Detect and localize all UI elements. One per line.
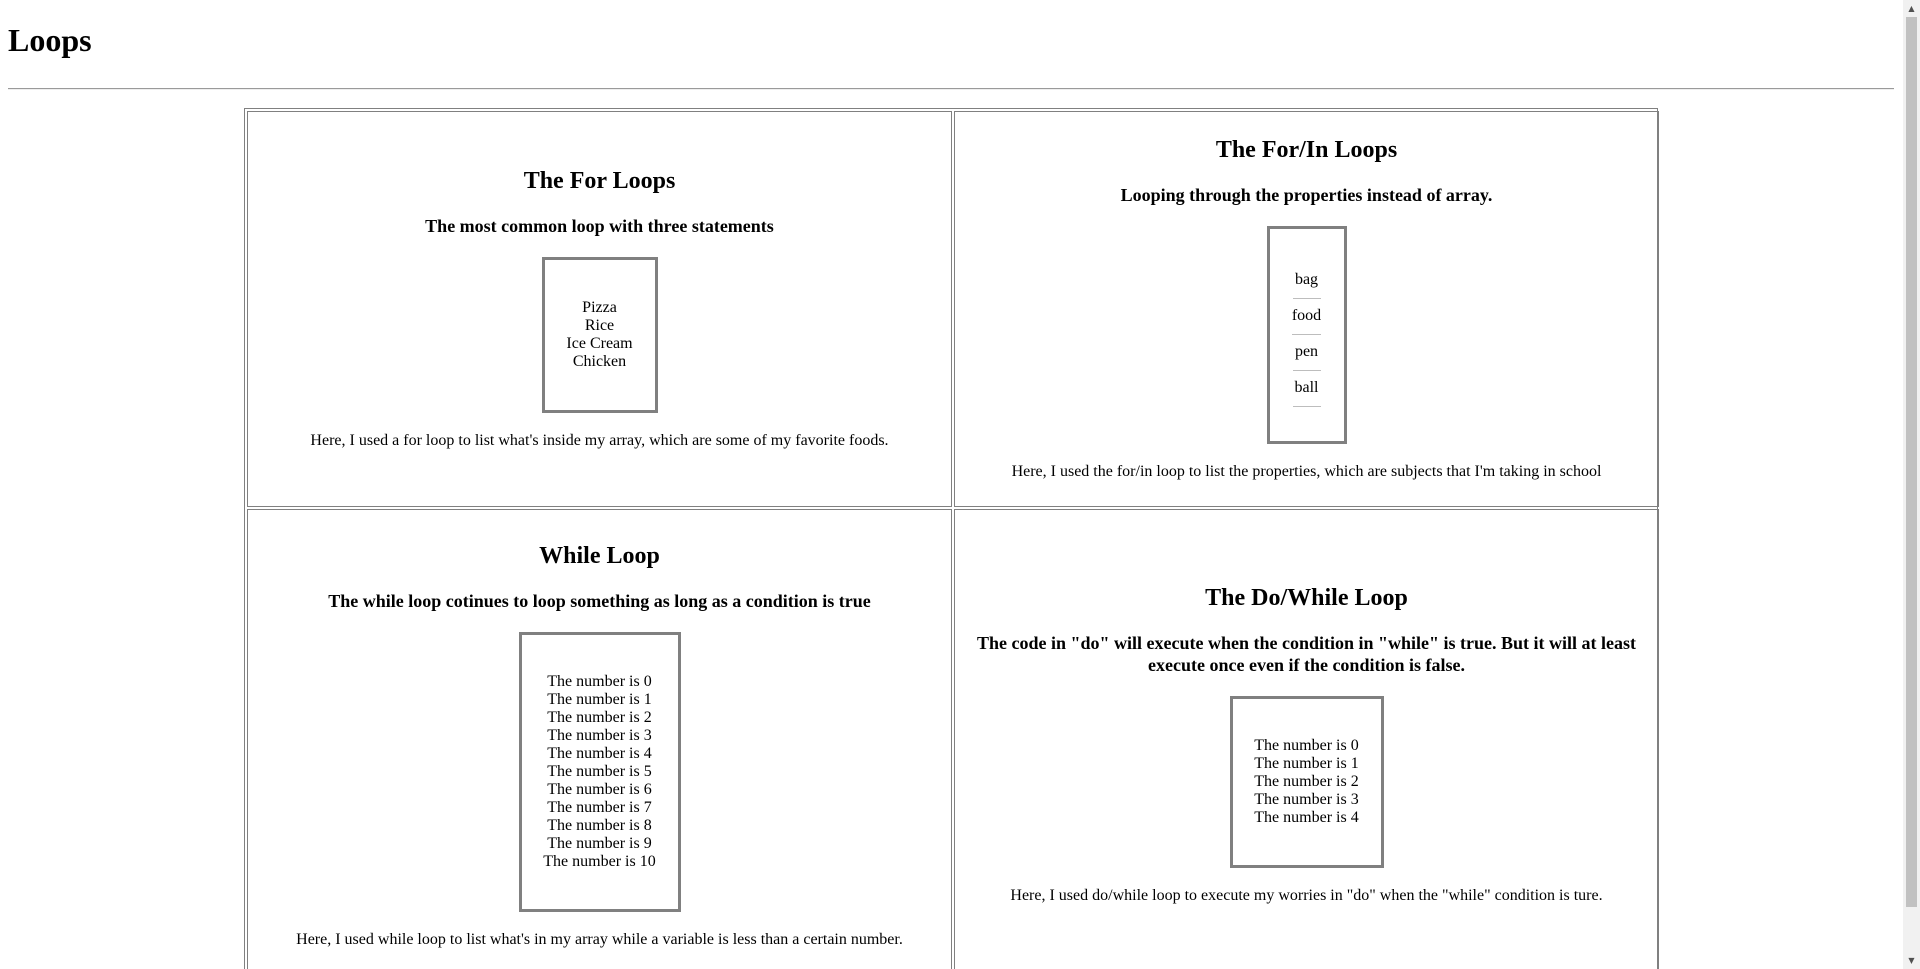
output-line: The number is 1 (547, 691, 652, 708)
output-line: Pizza (582, 299, 617, 316)
horizontal-rule (8, 88, 1894, 90)
output-line: The number is 5 (547, 763, 652, 780)
output-line: Chicken (572, 353, 627, 370)
output-line: The number is 0 (1254, 737, 1359, 754)
for-in-loop-output: bag food pen ball (1266, 226, 1347, 444)
page: Loops The For Loops The most common loop… (0, 0, 1900, 969)
while-loop-description: Here, I used while loop to list what's i… (296, 931, 903, 948)
output-line: The number is 6 (547, 781, 652, 798)
output-line: Ice Cream (566, 335, 633, 352)
while-loop-output: The number is 0 The number is 1 The numb… (518, 632, 681, 912)
vertical-scrollbar[interactable]: ▲ ▼ (1903, 0, 1920, 969)
output-line: The number is 2 (1254, 773, 1359, 790)
property-item: ball (1292, 371, 1321, 407)
output-line: Rice (584, 317, 615, 334)
do-while-loop-output: The number is 0 The number is 1 The numb… (1229, 696, 1384, 868)
while-loop-heading: While Loop (539, 543, 660, 569)
for-in-loop-cell: The For/In Loops Looping through the pro… (954, 111, 1659, 507)
output-line: The number is 0 (547, 673, 652, 690)
property-item: pen (1292, 335, 1321, 371)
output-line: The number is 9 (547, 835, 652, 852)
output-line: The number is 4 (547, 745, 652, 762)
output-line: The number is 10 (543, 853, 656, 870)
for-in-loop-description: Here, I used the for/in loop to list the… (1011, 463, 1602, 480)
scrollbar-thumb[interactable] (1906, 17, 1917, 907)
output-line: The number is 4 (1254, 809, 1359, 826)
while-loop-cell: While Loop The while loop cotinues to lo… (247, 509, 952, 969)
output-line: The number is 8 (547, 817, 652, 834)
for-loop-output: Pizza Rice Ice Cream Chicken (541, 257, 658, 413)
while-loop-subheading: The while loop cotinues to loop somethin… (328, 591, 871, 611)
output-line: The number is 3 (547, 727, 652, 744)
arrow-up-icon[interactable]: ▲ (1903, 0, 1920, 17)
do-while-loop-heading: The Do/While Loop (1205, 585, 1408, 611)
for-in-loop-heading: The For/In Loops (1215, 137, 1398, 163)
for-in-loop-subheading: Looping through the properties instead o… (1120, 185, 1493, 205)
do-while-loop-subheading: The code in "do" will execute when the c… (977, 633, 1636, 675)
for-loop-subheading: The most common loop with three statemen… (425, 216, 774, 236)
property-item: food (1291, 299, 1322, 335)
arrow-down-icon[interactable]: ▼ (1903, 952, 1920, 969)
do-while-loop-description: Here, I used do/while loop to execute my… (1010, 887, 1603, 904)
for-loop-cell: The For Loops The most common loop with … (247, 111, 952, 507)
do-while-loop-cell: The Do/While Loop The code in "do" will … (954, 509, 1659, 969)
output-line: The number is 2 (547, 709, 652, 726)
for-loop-description: Here, I used a for loop to list what's i… (310, 432, 889, 449)
property-item: bag (1292, 263, 1321, 299)
output-line: The number is 1 (1254, 755, 1359, 772)
loops-table: The For Loops The most common loop with … (244, 108, 1659, 969)
page-title: Loops (8, 22, 92, 58)
output-line: The number is 7 (547, 799, 652, 816)
for-loop-heading: The For Loops (523, 168, 676, 194)
output-line: The number is 3 (1254, 791, 1359, 808)
